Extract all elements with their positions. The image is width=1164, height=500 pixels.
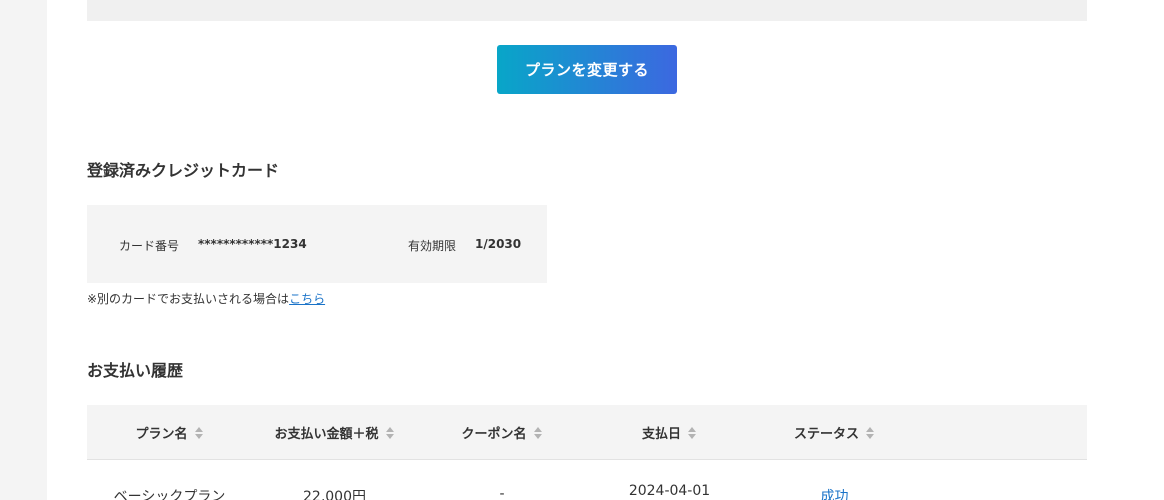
main-content: プランを変更する 登録済みクレジットカード カード番号 ************… (47, 0, 1164, 500)
column-header-status-label: ステータス (793, 427, 859, 442)
row-plan: ベーシックプラン (113, 489, 226, 500)
sort-icon (533, 426, 543, 439)
change-card-note: ※別のカードでお支払いされる場合はこちら (87, 290, 325, 307)
sort-icon (866, 426, 875, 439)
row-date: 2024-04-01 (628, 483, 711, 499)
card-section-title: 登録済みクレジットカード (87, 161, 280, 180)
row-coupon: - (499, 486, 505, 500)
sort-icon (194, 426, 204, 439)
column-header-status[interactable]: ステータス (752, 405, 917, 460)
card-number-label: カード番号 (119, 239, 180, 253)
row-amount: 22,000円 (303, 489, 366, 500)
expiry-label: 有効期限 (408, 239, 457, 253)
row-status[interactable]: 成功 (752, 486, 917, 500)
change-plan-button[interactable]: プランを変更する (497, 45, 677, 94)
expiry-value: 1/2030 (475, 237, 522, 251)
payment-history-table-header: プラン名 お支払い金額＋税 クーポン名 支払日 ステータス (87, 405, 1087, 460)
column-header-plan[interactable]: プラン名 (87, 405, 252, 460)
card-number-value: ************1234 (198, 237, 307, 251)
sidebar-strip (0, 0, 47, 500)
column-header-coupon[interactable]: クーポン名 (417, 405, 587, 460)
column-header-amount-label: お支払い金額＋税 (274, 427, 379, 442)
change-card-link[interactable]: こちら (289, 292, 325, 306)
column-header-date-label: 支払日 (641, 427, 681, 442)
column-header-plan-label: プラン名 (135, 427, 188, 442)
sort-icon (688, 426, 697, 439)
change-card-note-text: ※別のカードでお支払いされる場合は (87, 292, 290, 306)
payment-history-title: お支払い履歴 (87, 361, 184, 380)
column-header-coupon-label: クーポン名 (461, 427, 527, 442)
card-info-box: カード番号 ************1234 有効期限 1/2030 (87, 205, 547, 283)
sort-icon (385, 426, 395, 439)
column-header-amount[interactable]: お支払い金額＋税 (252, 405, 417, 460)
plan-panel-bottom (87, 0, 1087, 21)
column-header-date[interactable]: 支払日 (587, 405, 752, 460)
